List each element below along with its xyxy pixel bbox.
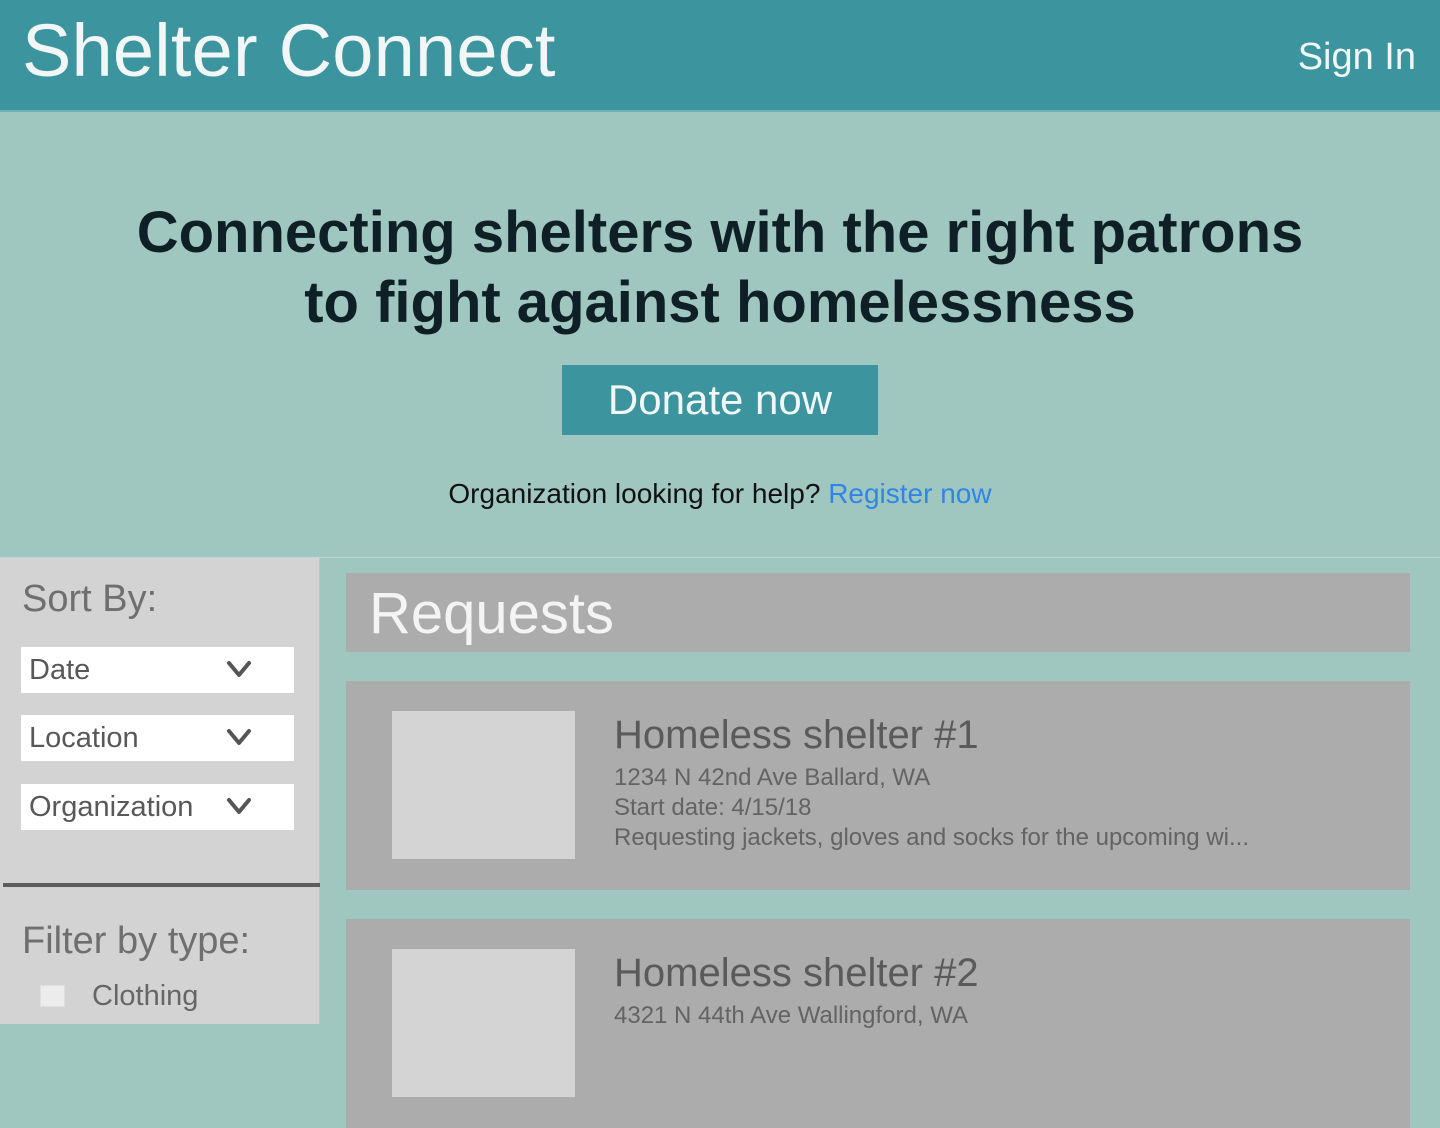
donate-now-button[interactable]: Donate now (562, 365, 878, 435)
hero-title-line-2: to fight against homelessness (304, 270, 1136, 335)
sidebar: Sort By: Date Location Organization Filt… (0, 558, 323, 1024)
request-address: 1234 N 42nd Ave Ballard, WA (614, 764, 931, 791)
register-now-link[interactable]: Register now (828, 478, 991, 509)
sort-by-label: Sort By: (22, 578, 158, 620)
checkbox-icon[interactable] (40, 985, 65, 1007)
sort-organization-label: Organization (29, 791, 194, 823)
sort-location-label: Location (29, 722, 139, 754)
hero-title-line-1: Connecting shelters with the right patro… (136, 200, 1304, 265)
request-card[interactable]: Homeless shelter #1 1234 N 42nd Ave Ball… (346, 681, 1410, 890)
hero-section: Connecting shelters with the right patro… (0, 112, 1440, 558)
chevron-down-icon (227, 798, 251, 814)
request-title: Homeless shelter #1 (614, 713, 979, 757)
chevron-down-icon (227, 661, 251, 677)
image-placeholder (392, 711, 575, 859)
request-address: 4321 N 44th Ave Wallingford, WA (614, 1002, 968, 1029)
filter-by-type-label: Filter by type: (22, 920, 251, 962)
request-start-date: Start date: 4/15/18 (614, 794, 812, 821)
top-bar: Shelter Connect Sign In (0, 0, 1440, 112)
request-title: Homeless shelter #2 (614, 951, 979, 995)
filter-clothing-label: Clothing (92, 979, 199, 1012)
sort-date-label: Date (29, 654, 91, 686)
brand-logo[interactable]: Shelter Connect (22, 14, 556, 88)
requests-title: Requests (369, 581, 615, 646)
chevron-down-icon (227, 729, 251, 745)
hero-title: Connecting shelters with the right patro… (0, 198, 1440, 338)
request-description: Requesting jackets, gloves and socks for… (614, 824, 1249, 851)
image-placeholder (392, 949, 575, 1097)
requests-panel: Requests Homeless shelter #1 1234 N 42nd… (320, 558, 1440, 1128)
organization-question: Organization looking for help? (448, 478, 821, 509)
sort-date-dropdown[interactable]: Date (21, 647, 294, 693)
requests-header: Requests (346, 573, 1410, 652)
sort-organization-dropdown[interactable]: Organization (21, 784, 294, 830)
filter-clothing[interactable]: Clothing (40, 979, 198, 1013)
organization-register-line: Organization looking for help? Register … (0, 478, 1440, 510)
sidebar-divider (3, 883, 323, 887)
sign-in-link[interactable]: Sign In (1298, 36, 1416, 79)
sort-location-dropdown[interactable]: Location (21, 715, 294, 761)
